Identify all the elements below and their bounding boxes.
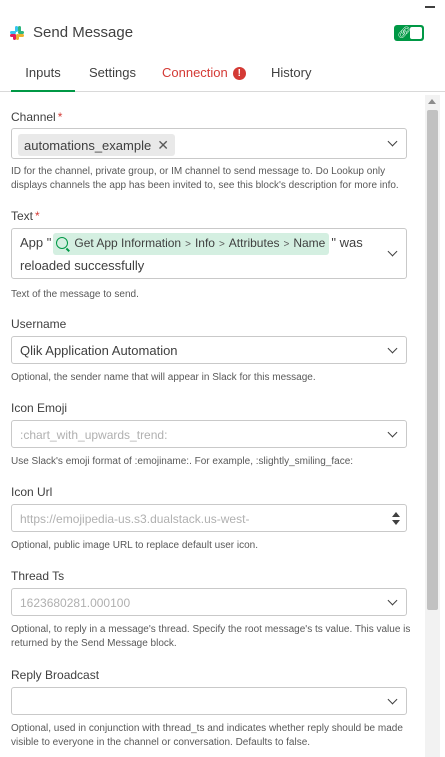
- slack-logo-icon: [10, 26, 24, 40]
- icon-url-help: Optional, public image URL to replace de…: [11, 540, 258, 551]
- thread-ts-label: Thread Ts: [11, 569, 65, 583]
- tab-inputs[interactable]: Inputs: [11, 56, 75, 92]
- channel-select[interactable]: automations_example ✕: [11, 128, 407, 159]
- spin-up-icon[interactable]: [392, 512, 400, 517]
- icon-url-label: Icon Url: [11, 485, 53, 499]
- scroll-up-icon[interactable]: [428, 99, 436, 104]
- chip-remove-icon[interactable]: ✕: [157, 137, 169, 153]
- tab-label: Inputs: [25, 65, 61, 80]
- channel-chip: automations_example ✕: [18, 134, 175, 156]
- reply-broadcast-select[interactable]: [11, 687, 407, 715]
- chevron-down-icon[interactable]: [387, 427, 398, 438]
- block-title: Send Message: [33, 24, 134, 41]
- toggle-knob: [410, 27, 422, 39]
- chevron-down-icon[interactable]: [387, 343, 398, 354]
- link-icon: 🔗︎: [397, 27, 411, 39]
- tab-label: Connection: [162, 65, 228, 80]
- tab-label: History: [271, 65, 312, 80]
- icon-url-placeholder: https://emojipedia-us.s3.dualstack.us-we…: [20, 512, 250, 526]
- channel-label: Channel *: [11, 110, 63, 124]
- icon-url-input[interactable]: https://emojipedia-us.s3.dualstack.us-we…: [11, 504, 407, 532]
- thread-ts-select[interactable]: 1623680281.000100: [11, 588, 407, 616]
- text-help: Text of the message to send.: [11, 289, 139, 300]
- required-marker: *: [57, 110, 63, 124]
- scrollbar[interactable]: [425, 95, 440, 757]
- icon-emoji-placeholder: :chart_with_upwards_trend:: [20, 428, 168, 442]
- block-header: Send Message 🔗︎ Inputs Settings Connecti…: [0, 0, 445, 95]
- chevron-down-icon[interactable]: [387, 694, 398, 705]
- reply-broadcast-label: Reply Broadcast: [11, 668, 100, 682]
- scrollbar-thumb[interactable]: [427, 110, 438, 610]
- spin-down-icon[interactable]: [392, 520, 400, 525]
- reply-broadcast-help: Optional, used in conjunction with threa…: [11, 723, 403, 748]
- required-marker: *: [35, 209, 40, 223]
- channel-chip-label: automations_example: [24, 138, 152, 153]
- block-enable-toggle[interactable]: 🔗︎: [394, 25, 424, 41]
- chevron-down-icon[interactable]: [387, 595, 398, 606]
- chevron-right-icon: >: [283, 239, 290, 250]
- icon-emoji-select[interactable]: :chart_with_upwards_trend:: [11, 420, 407, 448]
- text-input[interactable]: App " Get App Information > Info > Attributes…: [11, 228, 407, 279]
- tab-connection[interactable]: Connection!: [162, 56, 246, 92]
- chevron-down-icon[interactable]: [387, 246, 398, 257]
- username-value: Qlik Application Automation: [20, 343, 178, 358]
- error-icon: !: [232, 67, 246, 80]
- variable-pill[interactable]: Get App Information > Info > Attributes > Name: [53, 233, 330, 255]
- username-select[interactable]: Qlik Application Automation: [11, 336, 407, 364]
- icon-emoji-help: Use Slack's emoji format of :emojiname:.…: [11, 456, 354, 467]
- thread-ts-help: Optional, to reply in a message's thread…: [11, 624, 411, 649]
- tab-history[interactable]: History: [271, 56, 311, 92]
- text-line-2: reloaded successfully: [20, 258, 145, 273]
- text-label: Text *: [11, 209, 40, 223]
- chevron-down-icon[interactable]: [387, 136, 398, 147]
- username-help: Optional, the sender name that will appe…: [11, 372, 316, 383]
- tab-label: Settings: [89, 65, 136, 80]
- icon-emoji-label: Icon Emoji: [11, 401, 68, 415]
- username-label: Username: [11, 317, 67, 331]
- text-line-1: App " Get App Information > Info > Attributes…: [20, 233, 363, 255]
- chevron-right-icon: >: [218, 239, 225, 250]
- chevron-right-icon: >: [185, 239, 191, 250]
- tab-bar: Inputs Settings Connection! History: [0, 56, 445, 92]
- inputs-form: Channel * automations_example ✕ ID for the…: [0, 95, 445, 757]
- minimize-icon[interactable]: [425, 6, 435, 8]
- search-icon: [56, 237, 69, 249]
- tab-settings[interactable]: Settings: [89, 56, 136, 92]
- channel-help: ID for the channel, private group, or IM…: [11, 166, 399, 191]
- thread-ts-placeholder: 1623680281.000100: [20, 596, 131, 610]
